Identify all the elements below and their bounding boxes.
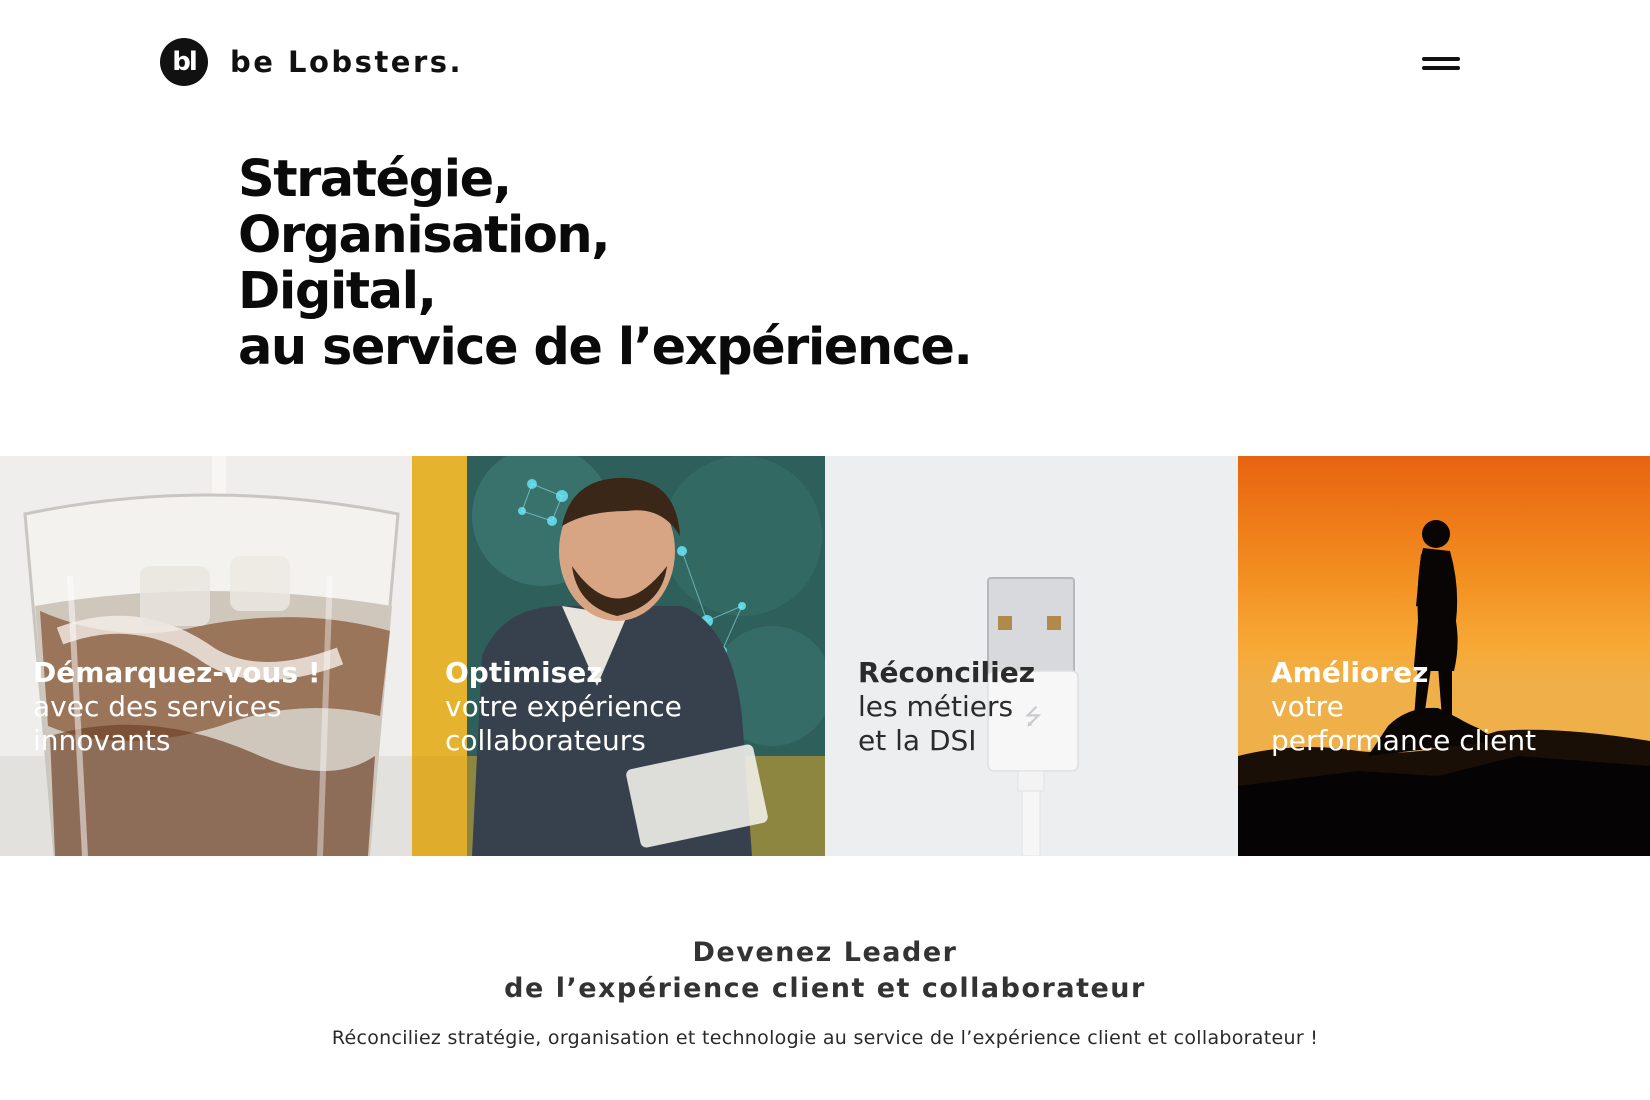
leader-section: Devenez Leader de l’expérience client et… bbox=[0, 935, 1650, 1049]
menu-bar bbox=[1422, 57, 1460, 61]
hero-line: Stratégie, bbox=[238, 150, 512, 209]
section-subtitle: Réconciliez stratégie, organisation et t… bbox=[331, 1027, 1319, 1049]
tile-text: votre bbox=[1271, 690, 1344, 723]
menu-bar bbox=[1422, 66, 1460, 70]
hero-line: au service de l’expérience. bbox=[238, 318, 973, 377]
tile-heading: Réconciliez bbox=[858, 656, 1035, 689]
hero-line: Organisation, bbox=[238, 206, 611, 265]
tile-heading: Démarquez-vous ! bbox=[33, 656, 321, 689]
tile-text: collaborateurs bbox=[445, 724, 646, 757]
section-title-line: de l’expérience client et collaborateur bbox=[504, 973, 1146, 1004]
hero-line: Digital, bbox=[238, 262, 437, 321]
tile-text: performance client bbox=[1271, 724, 1537, 757]
tile-reconciliez[interactable]: ⭍ Réconciliez les métiers et la DSI bbox=[825, 456, 1238, 856]
tile-caption: Démarquez-vous ! avec des services innov… bbox=[33, 656, 321, 758]
tile-text: et la DSI bbox=[858, 724, 977, 757]
tile-text: avec des services bbox=[33, 690, 282, 723]
tile-caption: Améliorez votre performance client bbox=[1271, 656, 1536, 758]
tile-ameliorez[interactable]: Améliorez votre performance client bbox=[1238, 456, 1650, 856]
tile-text: innovants bbox=[33, 724, 171, 757]
tile-optimisez[interactable]: Optimisez votre expérience collaborateur… bbox=[412, 456, 825, 856]
site-logo[interactable]: bl be Lobsters. bbox=[160, 38, 463, 86]
hamburger-menu-icon[interactable] bbox=[1422, 55, 1460, 73]
service-tiles: Démarquez-vous ! avec des services innov… bbox=[0, 456, 1650, 856]
tile-text: les métiers bbox=[858, 690, 1014, 723]
tile-demarquez-vous[interactable]: Démarquez-vous ! avec des services innov… bbox=[0, 456, 412, 856]
tile-text: votre expérience bbox=[445, 690, 682, 723]
tile-heading: Améliorez bbox=[1271, 656, 1429, 689]
section-title-line: Devenez Leader bbox=[692, 937, 958, 968]
section-title: Devenez Leader de l’expérience client et… bbox=[0, 935, 1650, 1007]
tile-heading: Optimisez bbox=[445, 656, 603, 689]
logo-text: be Lobsters. bbox=[230, 45, 464, 79]
tile-caption: Optimisez votre expérience collaborateur… bbox=[445, 656, 682, 758]
tile-caption: Réconciliez les métiers et la DSI bbox=[858, 656, 1035, 758]
logo-mark-icon: bl bbox=[160, 38, 208, 86]
site-header: bl be Lobsters. bbox=[0, 0, 1650, 130]
hero-headline: Stratégie, Organisation, Digital, au ser… bbox=[238, 150, 973, 377]
